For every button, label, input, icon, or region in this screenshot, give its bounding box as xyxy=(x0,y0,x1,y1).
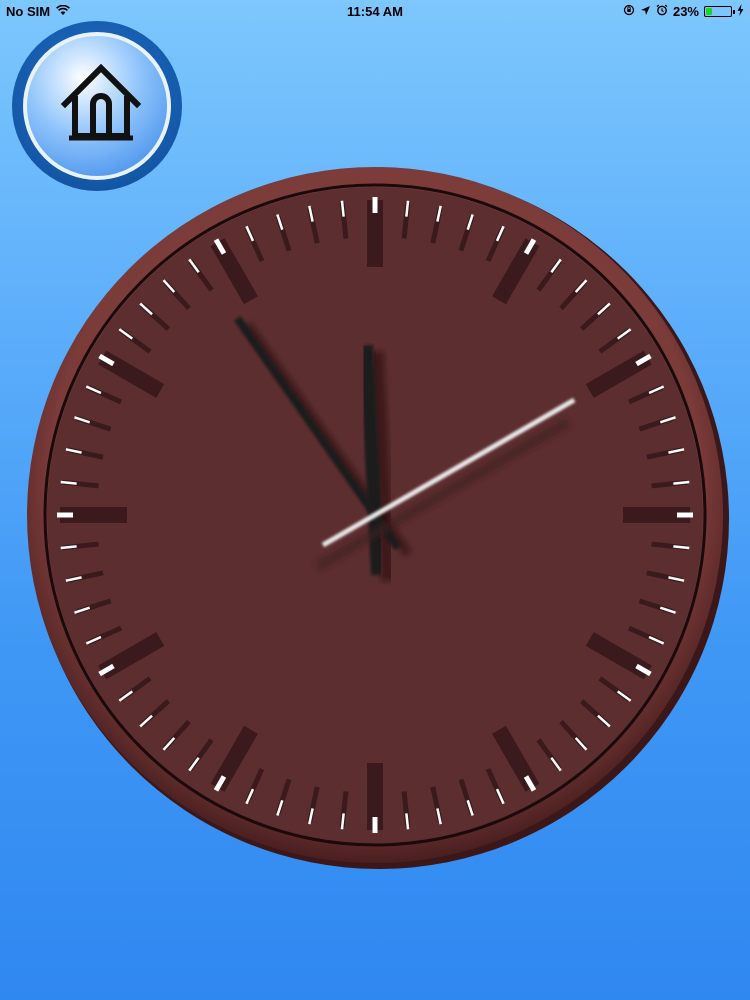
minute-tick-highlight xyxy=(673,545,690,550)
minute-tick-highlight xyxy=(405,200,410,217)
minute-tick-highlight xyxy=(60,480,77,485)
minute-tick-highlight xyxy=(673,480,690,485)
analog-clock xyxy=(27,167,729,869)
minute-tick-highlight xyxy=(340,200,345,217)
minute-tick-highlight xyxy=(340,813,345,830)
minute-tick-highlight xyxy=(405,813,410,830)
minute-tick-highlight xyxy=(60,545,77,550)
